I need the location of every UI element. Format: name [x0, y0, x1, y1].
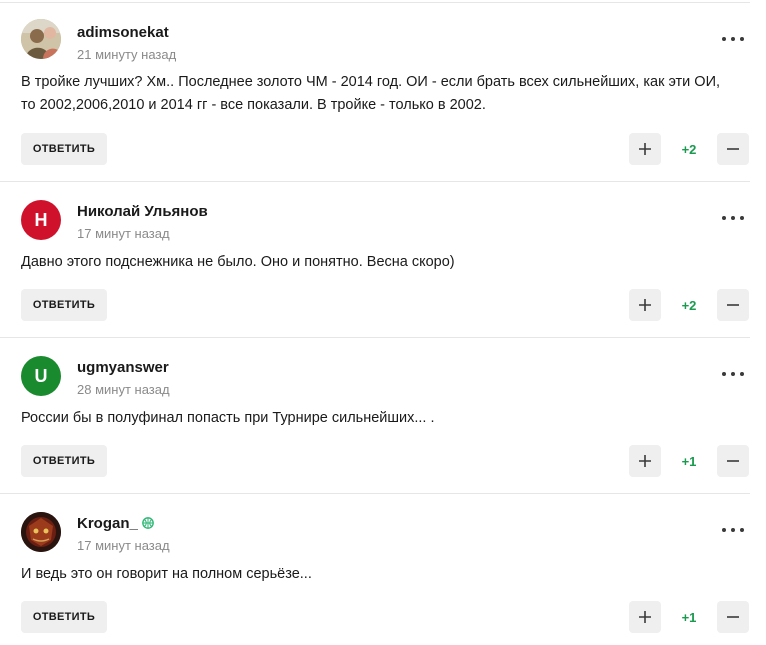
avatar-photo-icon	[21, 512, 61, 552]
minus-icon	[727, 616, 739, 618]
comment-author[interactable]: Krogan_	[77, 515, 138, 532]
divider	[0, 493, 750, 494]
comment-time: 21 минуту назад	[77, 47, 177, 62]
divider	[0, 337, 750, 338]
minus-icon	[727, 148, 739, 150]
comment-author[interactable]: Николай Ульянов	[77, 203, 208, 220]
more-options-icon[interactable]	[722, 524, 744, 536]
basketball-badge-icon	[142, 517, 154, 529]
plus-icon	[639, 143, 651, 155]
comment-time: 17 минут назад	[77, 538, 170, 553]
divider	[0, 181, 750, 182]
comment-text: В тройке лучших? Хм.. Последнее золото Ч…	[21, 74, 721, 113]
upvote-button[interactable]	[629, 445, 661, 477]
upvote-button[interactable]	[629, 133, 661, 165]
plus-icon	[639, 455, 651, 467]
reply-button[interactable]: ОТВЕТИТЬ	[21, 445, 107, 477]
avatar[interactable]: Н	[21, 200, 61, 240]
comment-time: 17 минут назад	[77, 226, 170, 241]
vote-score: +1	[681, 453, 697, 469]
avatar-letter: U	[34, 365, 48, 386]
more-options-icon[interactable]	[722, 368, 744, 380]
plus-icon	[639, 611, 651, 623]
downvote-button[interactable]	[717, 289, 749, 321]
more-options-icon[interactable]	[722, 33, 744, 45]
avatar-letter: Н	[34, 209, 48, 230]
vote-score: +2	[681, 297, 697, 313]
vote-score: +1	[681, 609, 697, 625]
minus-icon	[727, 460, 739, 462]
minus-icon	[727, 304, 739, 306]
avatar-photo-icon	[21, 19, 61, 59]
comment-author[interactable]: ugmyanswer	[77, 359, 169, 376]
downvote-button[interactable]	[717, 601, 749, 633]
reply-button[interactable]: ОТВЕТИТЬ	[21, 289, 107, 321]
upvote-button[interactable]	[629, 601, 661, 633]
avatar[interactable]: U	[21, 356, 61, 396]
reply-button[interactable]: ОТВЕТИТЬ	[21, 601, 107, 633]
comment-text: И ведь это он говорит на полном серьёзе.…	[21, 566, 312, 582]
comment-text: России бы в полуфинал попасть при Турнир…	[21, 410, 435, 426]
upvote-button[interactable]	[629, 289, 661, 321]
comment-text: Давно этого подснежника не было. Оно и п…	[21, 254, 455, 270]
comments-list: adimsonekat 21 минуту назад В тройке луч…	[0, 0, 766, 645]
avatar[interactable]	[21, 512, 61, 552]
downvote-button[interactable]	[717, 445, 749, 477]
downvote-button[interactable]	[717, 133, 749, 165]
reply-button[interactable]: ОТВЕТИТЬ	[21, 133, 107, 165]
divider	[0, 2, 750, 3]
vote-score: +2	[681, 141, 697, 157]
comment-time: 28 минут назад	[77, 382, 170, 397]
more-options-icon[interactable]	[722, 212, 744, 224]
avatar[interactable]	[21, 19, 61, 59]
plus-icon	[639, 299, 651, 311]
comment-author[interactable]: adimsonekat	[77, 24, 169, 41]
